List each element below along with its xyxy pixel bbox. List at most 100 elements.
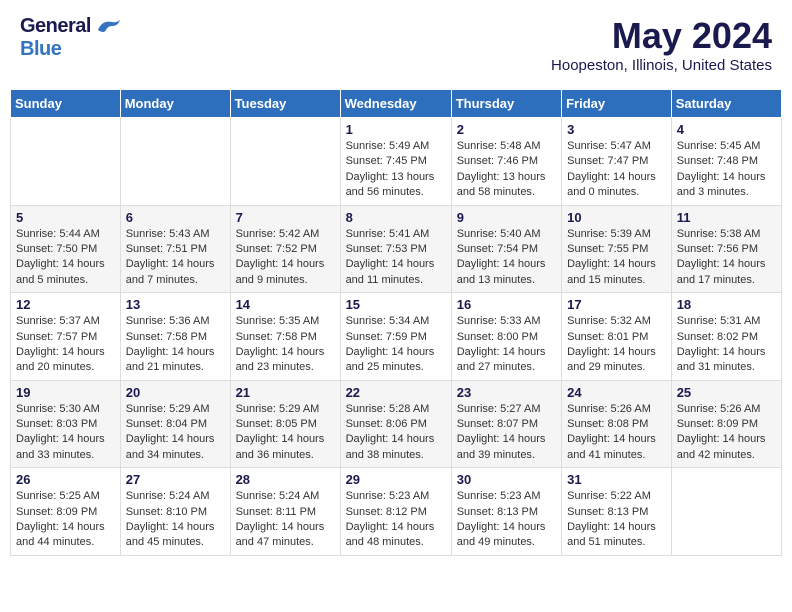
calendar-week-row: 26Sunrise: 5:25 AM Sunset: 8:09 PM Dayli…	[11, 468, 782, 556]
logo: General Blue	[20, 15, 122, 61]
day-number: 23	[457, 385, 556, 400]
day-info: Sunrise: 5:31 AM Sunset: 8:02 PM Dayligh…	[677, 314, 776, 376]
day-number: 21	[236, 385, 335, 400]
location-text: Hoopeston, Illinois, United States	[551, 57, 772, 74]
calendar-cell: 29 Sunrise: 5:23 AM Sunset: 8:12 PM Dayli…	[340, 468, 451, 556]
day-number: 2	[457, 122, 556, 137]
day-number: 7	[236, 210, 335, 225]
day-info: Sunrise: 5:32 AM Sunset: 8:01 PM Dayligh…	[567, 314, 666, 376]
calendar-cell: 27 Sunrise: 5:24 AM Sunset: 8:10 PM Dayli…	[120, 468, 230, 556]
calendar-cell: 25 Sunrise: 5:26 AM Sunset: 8:09 PM Dayli…	[671, 380, 781, 468]
calendar-cell: 11 Sunrise: 5:38 AM Sunset: 7:56 PM Dayli…	[671, 205, 781, 293]
calendar-cell: 24 Sunrise: 5:26 AM Sunset: 8:08 PM Dayli…	[562, 380, 672, 468]
day-of-week-header: Saturday	[671, 90, 781, 118]
calendar-header-row: SundayMondayTuesdayWednesdayThursdayFrid…	[11, 90, 782, 118]
day-info: Sunrise: 5:34 AM Sunset: 7:59 PM Dayligh…	[346, 314, 446, 376]
day-number: 27	[126, 472, 225, 487]
calendar-cell: 3Sunrise: 5:47 AM Sunset: 7:47 PM Daylig…	[562, 118, 672, 206]
day-info: Sunrise: 5:43 AM Sunset: 7:51 PM Dayligh…	[126, 227, 225, 289]
day-number: 17	[567, 297, 666, 312]
day-number: 15	[346, 297, 446, 312]
day-number: 24	[567, 385, 666, 400]
day-info: Sunrise: 5:38 AM Sunset: 7:56 PM Dayligh…	[677, 227, 776, 289]
day-info: Sunrise: 5:24 AM Sunset: 8:11 PM Dayligh…	[236, 489, 335, 551]
day-info: Sunrise: 5:36 AM Sunset: 7:58 PM Dayligh…	[126, 314, 225, 376]
calendar-cell: 22Sunrise: 5:28 AM Sunset: 8:06 PM Dayli…	[340, 380, 451, 468]
calendar-week-row: 1 Sunrise: 5:49 AM Sunset: 7:45 PM Daylig…	[11, 118, 782, 206]
day-number: 16	[457, 297, 556, 312]
day-number: 4	[677, 122, 776, 137]
day-info: Sunrise: 5:26 AM Sunset: 8:08 PM Dayligh…	[567, 402, 666, 464]
day-number: 5	[16, 210, 115, 225]
day-info: Sunrise: 5:42 AM Sunset: 7:52 PM Dayligh…	[236, 227, 335, 289]
day-info: Sunrise: 5:44 AM Sunset: 7:50 PM Dayligh…	[16, 227, 115, 289]
calendar-cell: 6Sunrise: 5:43 AM Sunset: 7:51 PM Daylig…	[120, 205, 230, 293]
day-info: Sunrise: 5:40 AM Sunset: 7:54 PM Dayligh…	[457, 227, 556, 289]
day-of-week-header: Sunday	[11, 90, 121, 118]
day-info: Sunrise: 5:35 AM Sunset: 7:58 PM Dayligh…	[236, 314, 335, 376]
title-block: May 2024 Hoopeston, Illinois, United Sta…	[551, 15, 772, 74]
day-number: 3	[567, 122, 666, 137]
calendar-cell: 12 Sunrise: 5:37 AM Sunset: 7:57 PM Dayli…	[11, 293, 121, 381]
month-year-title: May 2024	[551, 15, 772, 57]
day-of-week-header: Friday	[562, 90, 672, 118]
day-number: 30	[457, 472, 556, 487]
day-info: Sunrise: 5:49 AM Sunset: 7:45 PM Dayligh…	[346, 139, 446, 201]
calendar-cell: 15 Sunrise: 5:34 AM Sunset: 7:59 PM Dayli…	[340, 293, 451, 381]
day-number: 13	[126, 297, 225, 312]
day-number: 29	[346, 472, 446, 487]
day-number: 20	[126, 385, 225, 400]
page-header: General Blue May 2024 Hoopeston, Illinoi…	[10, 10, 782, 79]
day-number: 19	[16, 385, 115, 400]
calendar-week-row: 19 Sunrise: 5:30 AM Sunset: 8:03 PM Dayli…	[11, 380, 782, 468]
calendar-cell: 13 Sunrise: 5:36 AM Sunset: 7:58 PM Dayli…	[120, 293, 230, 381]
day-info: Sunrise: 5:22 AM Sunset: 8:13 PM Dayligh…	[567, 489, 666, 551]
calendar-table: SundayMondayTuesdayWednesdayThursdayFrid…	[10, 89, 782, 556]
calendar-cell: 1 Sunrise: 5:49 AM Sunset: 7:45 PM Daylig…	[340, 118, 451, 206]
calendar-cell: 4Sunrise: 5:45 AM Sunset: 7:48 PM Daylig…	[671, 118, 781, 206]
calendar-cell: 8Sunrise: 5:41 AM Sunset: 7:53 PM Daylig…	[340, 205, 451, 293]
calendar-cell: 26Sunrise: 5:25 AM Sunset: 8:09 PM Dayli…	[11, 468, 121, 556]
calendar-cell: 21 Sunrise: 5:29 AM Sunset: 8:05 PM Dayli…	[230, 380, 340, 468]
day-info: Sunrise: 5:37 AM Sunset: 7:57 PM Dayligh…	[16, 314, 115, 376]
day-number: 12	[16, 297, 115, 312]
day-number: 1	[346, 122, 446, 137]
calendar-cell: 28 Sunrise: 5:24 AM Sunset: 8:11 PM Dayli…	[230, 468, 340, 556]
calendar-cell: 16Sunrise: 5:33 AM Sunset: 8:00 PM Dayli…	[451, 293, 561, 381]
day-info: Sunrise: 5:29 AM Sunset: 8:05 PM Dayligh…	[236, 402, 335, 464]
day-info: Sunrise: 5:23 AM Sunset: 8:12 PM Dayligh…	[346, 489, 446, 551]
day-number: 28	[236, 472, 335, 487]
day-number: 18	[677, 297, 776, 312]
day-of-week-header: Tuesday	[230, 90, 340, 118]
day-number: 25	[677, 385, 776, 400]
day-number: 26	[16, 472, 115, 487]
day-info: Sunrise: 5:48 AM Sunset: 7:46 PM Dayligh…	[457, 139, 556, 201]
calendar-cell: 19 Sunrise: 5:30 AM Sunset: 8:03 PM Dayli…	[11, 380, 121, 468]
calendar-cell: 7 Sunrise: 5:42 AM Sunset: 7:52 PM Daylig…	[230, 205, 340, 293]
bird-icon	[94, 16, 122, 38]
day-info: Sunrise: 5:30 AM Sunset: 8:03 PM Dayligh…	[16, 402, 115, 464]
calendar-cell: 20 Sunrise: 5:29 AM Sunset: 8:04 PM Dayli…	[120, 380, 230, 468]
calendar-cell: 23Sunrise: 5:27 AM Sunset: 8:07 PM Dayli…	[451, 380, 561, 468]
day-number: 9	[457, 210, 556, 225]
day-info: Sunrise: 5:26 AM Sunset: 8:09 PM Dayligh…	[677, 402, 776, 464]
calendar-cell: 9 Sunrise: 5:40 AM Sunset: 7:54 PM Daylig…	[451, 205, 561, 293]
calendar-week-row: 12 Sunrise: 5:37 AM Sunset: 7:57 PM Dayli…	[11, 293, 782, 381]
calendar-cell: 18 Sunrise: 5:31 AM Sunset: 8:02 PM Dayli…	[671, 293, 781, 381]
calendar-week-row: 5 Sunrise: 5:44 AM Sunset: 7:50 PM Daylig…	[11, 205, 782, 293]
calendar-cell	[671, 468, 781, 556]
logo-blue: Blue	[20, 38, 61, 60]
day-info: Sunrise: 5:23 AM Sunset: 8:13 PM Dayligh…	[457, 489, 556, 551]
day-info: Sunrise: 5:29 AM Sunset: 8:04 PM Dayligh…	[126, 402, 225, 464]
calendar-cell: 17 Sunrise: 5:32 AM Sunset: 8:01 PM Dayli…	[562, 293, 672, 381]
day-info: Sunrise: 5:24 AM Sunset: 8:10 PM Dayligh…	[126, 489, 225, 551]
day-number: 10	[567, 210, 666, 225]
day-info: Sunrise: 5:28 AM Sunset: 8:06 PM Dayligh…	[346, 402, 446, 464]
calendar-cell: 30 Sunrise: 5:23 AM Sunset: 8:13 PM Dayli…	[451, 468, 561, 556]
calendar-cell	[120, 118, 230, 206]
calendar-cell: 5 Sunrise: 5:44 AM Sunset: 7:50 PM Daylig…	[11, 205, 121, 293]
day-number: 11	[677, 210, 776, 225]
calendar-cell: 2 Sunrise: 5:48 AM Sunset: 7:46 PM Daylig…	[451, 118, 561, 206]
day-number: 31	[567, 472, 666, 487]
calendar-cell: 14Sunrise: 5:35 AM Sunset: 7:58 PM Dayli…	[230, 293, 340, 381]
